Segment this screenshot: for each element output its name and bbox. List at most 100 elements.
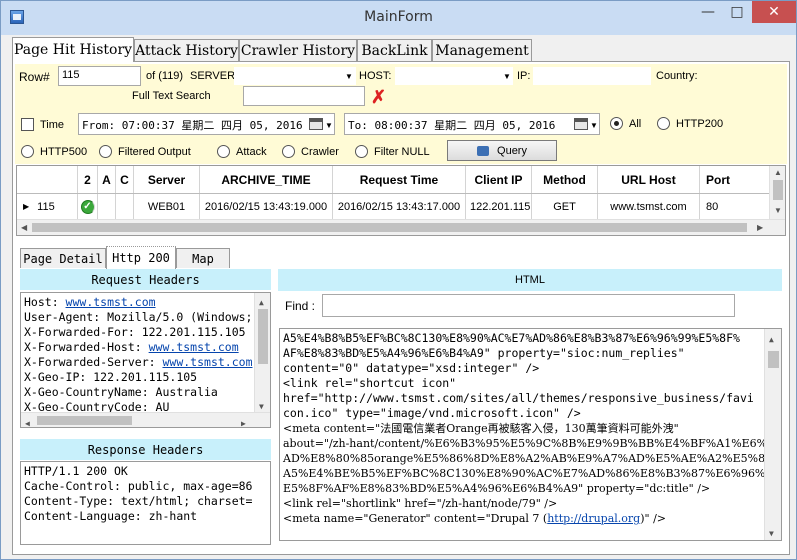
scroll-up-icon[interactable]: ▲ — [774, 168, 782, 177]
tab-http-200[interactable]: Http 200 — [106, 246, 176, 269]
request-vertical-scrollbar[interactable]: ▲ ▼ — [254, 293, 270, 412]
scroll-thumb[interactable] — [37, 416, 132, 425]
request-header-line: X-Forwarded-For: 122.201.115.105 — [24, 325, 252, 340]
request-header-text: X-Geo-CountryName: Australia — [24, 385, 218, 399]
scroll-left-icon[interactable]: ◀ — [25, 416, 30, 427]
request-headers-box[interactable]: Host: www.tsmst.com User-Agent: Mozilla/5… — [20, 292, 271, 428]
query-button[interactable]: Query — [447, 140, 557, 161]
grid-col-c[interactable]: C — [116, 166, 134, 193]
response-headers-box[interactable]: HTTP/1.1 200 OK Cache-Control: public, ma… — [20, 461, 271, 545]
tab-management[interactable]: Management — [432, 39, 532, 61]
cell-method: GET — [532, 194, 598, 219]
scroll-down-icon[interactable]: ▼ — [774, 206, 782, 215]
minimize-button[interactable]: — — [694, 1, 722, 23]
tab-page-hit-history[interactable]: Page Hit History — [12, 37, 134, 62]
request-header-link[interactable]: www.tsmst.com — [66, 295, 156, 309]
grid-col-url-host[interactable]: URL Host — [598, 166, 700, 193]
fulltext-search-input[interactable] — [243, 86, 365, 106]
request-header-line: X-Geo-CountryName: Australia — [24, 385, 252, 400]
maximize-button[interactable]: □ — [723, 1, 751, 23]
scroll-down-icon[interactable]: ▼ — [769, 526, 774, 540]
hit-grid: 2 A C Server ARCHIVE_TIME Request Time C… — [16, 165, 786, 236]
cell-client-ip: 122.201.115.... — [466, 194, 532, 219]
calendar-icon[interactable] — [574, 118, 588, 130]
scroll-thumb[interactable] — [768, 351, 779, 368]
time-checkbox[interactable] — [21, 118, 34, 131]
radio-filtered-output[interactable] — [99, 145, 112, 158]
radio-filtered-output-label: Filtered Output — [118, 146, 191, 158]
grid-vertical-scrollbar[interactable]: ▲ ▼ — [769, 166, 785, 219]
main-window: MainForm — □ ✕ Page Hit History Attack H… — [0, 0, 797, 560]
html-source-line: E5%8F%AF%E8%83%BD%E5%A4%96%E6%B4%A9" pro… — [283, 482, 711, 495]
scroll-right-icon[interactable]: ▶ — [241, 416, 246, 427]
request-header-text: X-Forwarded-Server: — [24, 355, 163, 369]
grid-horizontal-scrollbar[interactable]: ◀ ▶ — [17, 219, 785, 235]
tab-crawler-history[interactable]: Crawler History — [239, 39, 357, 61]
html-source-line: <link rel="shortcut icon" — [283, 376, 457, 390]
cell-port: 80 — [706, 200, 719, 213]
cell-archive-time: 2016/02/15 13:43:19.000 — [200, 194, 333, 219]
radio-attack[interactable] — [217, 145, 230, 158]
scroll-thumb[interactable] — [32, 223, 747, 232]
tab-map[interactable]: Map — [176, 248, 230, 268]
grid-col-2[interactable]: 2 — [78, 166, 98, 193]
scroll-thumb[interactable] — [773, 180, 783, 200]
to-date-text: To: 08:00:37 星期二 四月 05, 2016 — [348, 119, 556, 132]
scroll-up-icon[interactable]: ▲ — [769, 332, 774, 347]
radio-all[interactable] — [610, 117, 623, 130]
tab-backlink[interactable]: BackLink — [357, 39, 432, 61]
html-source-line: AD%E8%80%85orange%E5%86%8D%E8%A2%AB%E9%A… — [283, 452, 782, 465]
grid-col-method[interactable]: Method — [532, 166, 598, 193]
page-hit-panel: Row# 115 of (119) SERVER: ▼ HOST: ▼ IP: … — [12, 61, 790, 555]
close-button[interactable]: ✕ — [752, 1, 796, 23]
grid-col-a[interactable]: A — [98, 166, 116, 193]
tab-attack-history[interactable]: Attack History — [134, 39, 239, 61]
grid-col-archive-time[interactable]: ARCHIVE_TIME — [200, 166, 333, 193]
title-bar: MainForm — □ ✕ — [1, 1, 796, 35]
grid-col-selector — [17, 166, 78, 193]
scroll-right-icon[interactable]: ▶ — [757, 223, 763, 232]
grid-col-port[interactable]: Port — [700, 166, 769, 193]
to-date-picker[interactable]: To: 08:00:37 星期二 四月 05, 2016 — [344, 113, 600, 135]
request-header-link[interactable]: www.tsmst.com — [149, 340, 239, 354]
table-row[interactable]: ▶ 115 ✓ WEB01 2016/02/15 13:43:19.000 20… — [17, 194, 769, 219]
cell-url-host: www.tsmst.com — [598, 194, 700, 219]
request-header-line: X-Forwarded-Server: www.tsmst.com — [24, 355, 253, 370]
request-header-text: User-Agent: Mozilla/5.0 (Windows; — [24, 310, 253, 324]
html-vertical-scrollbar[interactable]: ▲ ▼ — [764, 329, 781, 540]
clear-icon[interactable]: ✗ — [371, 88, 387, 106]
from-date-picker[interactable]: From: 07:00:37 星期二 四月 05, 2016 — [78, 113, 335, 135]
tab-page-detail[interactable]: Page Detail — [20, 248, 106, 268]
html-source-box[interactable]: A5%E4%B8%B5%EF%BC%8C130%E8%90%AC%E7%AD%8… — [279, 328, 782, 541]
row-c-cell — [116, 194, 134, 219]
html-source-line: content="0" datatype="xsd:integer" /> — [283, 361, 540, 375]
from-date-text: From: 07:00:37 星期二 四月 05, 2016 — [82, 119, 303, 132]
radio-crawler[interactable] — [282, 145, 295, 158]
calendar-icon[interactable] — [309, 118, 323, 130]
grid-col-request-time[interactable]: Request Time — [333, 166, 466, 193]
html-source-line: con.ico" type="image/vnd.microsoft.icon"… — [283, 406, 581, 420]
radio-http200[interactable] — [657, 117, 670, 130]
radio-filter-null[interactable] — [355, 145, 368, 158]
radio-filter-null-label: Filter NULL — [374, 146, 430, 158]
html-source-line: <link rel="shortlink" href="/zh-hant/nod… — [283, 497, 558, 510]
grid-col-client-ip[interactable]: Client IP — [466, 166, 532, 193]
row-number-input[interactable]: 115 — [58, 66, 141, 86]
row-selector[interactable]: ▶ 115 — [17, 194, 78, 219]
request-horizontal-scrollbar[interactable]: ◀ ▶ — [21, 412, 270, 427]
cell-request-time: 2016/02/15 13:43:17.000 — [333, 194, 466, 219]
grid-col-server[interactable]: Server — [134, 166, 200, 193]
row-total: of (119) — [146, 70, 184, 82]
host-select[interactable] — [395, 67, 513, 85]
response-headers-title: Response Headers — [20, 439, 271, 460]
radio-http500[interactable] — [21, 145, 34, 158]
filter-area: Row# 115 of (119) SERVER: ▼ HOST: ▼ IP: … — [15, 64, 787, 164]
server-select[interactable] — [234, 67, 356, 85]
request-header-link[interactable]: www.tsmst.com — [162, 355, 252, 369]
scroll-thumb[interactable] — [258, 309, 268, 364]
ip-input[interactable] — [533, 67, 651, 85]
find-input[interactable] — [322, 294, 735, 317]
drupal-link[interactable]: http://drupal.org — [547, 512, 640, 525]
scroll-left-icon[interactable]: ◀ — [21, 223, 27, 232]
scroll-up-icon[interactable]: ▲ — [259, 295, 264, 310]
